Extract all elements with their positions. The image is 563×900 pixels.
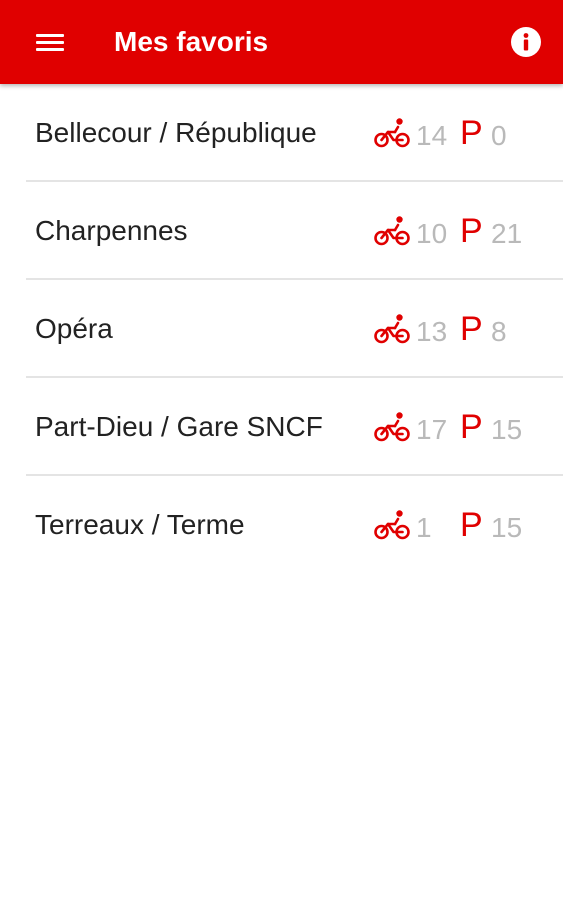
available-stands-count: 21 — [491, 218, 523, 249]
favorite-station-row[interactable]: Terreaux / Terme 1 P 15 — [0, 476, 563, 574]
available-bikes-count: 17 — [416, 414, 448, 445]
favorites-list: Bellecour / République 14 P 0 Charpennes — [0, 84, 563, 574]
station-name: Opéra — [35, 313, 113, 344]
info-button[interactable] — [510, 26, 542, 58]
bicycle-icon — [374, 510, 410, 540]
info-icon — [511, 27, 541, 57]
page-title: Mes favoris — [114, 26, 269, 57]
hamburger-menu-icon — [36, 34, 64, 37]
favorite-station-row[interactable]: Bellecour / République 14 P 0 — [0, 84, 563, 182]
available-stands-count: 15 — [491, 414, 523, 445]
bicycle-icon — [374, 314, 410, 344]
parking-icon: P — [460, 114, 483, 152]
station-name: Charpennes — [35, 215, 188, 246]
available-stands-count: 15 — [491, 512, 523, 543]
favorite-station-row[interactable]: Part-Dieu / Gare SNCF 17 P 15 — [0, 378, 563, 476]
station-name: Terreaux / Terme — [35, 509, 245, 540]
parking-icon: P — [460, 212, 483, 250]
available-bikes-count: 14 — [416, 120, 448, 151]
parking-icon: P — [460, 310, 483, 348]
available-bikes-count: 13 — [416, 316, 448, 347]
app-bar: Mes favoris — [0, 0, 563, 84]
bicycle-icon — [374, 412, 410, 442]
parking-icon: P — [460, 408, 483, 446]
favorite-station-row[interactable]: Charpennes 10 P 21 — [0, 182, 563, 280]
station-name: Part-Dieu / Gare SNCF — [35, 411, 323, 442]
bicycle-icon — [374, 118, 410, 148]
available-bikes-count: 10 — [416, 218, 448, 249]
bicycle-icon — [374, 216, 410, 246]
available-stands-count: 8 — [491, 316, 507, 347]
station-name: Bellecour / République — [35, 117, 317, 148]
menu-button[interactable] — [33, 30, 67, 54]
available-bikes-count: 1 — [416, 512, 432, 543]
available-stands-count: 0 — [491, 120, 507, 151]
parking-icon: P — [460, 506, 483, 544]
favorite-station-row[interactable]: Opéra 13 P 8 — [0, 280, 563, 378]
